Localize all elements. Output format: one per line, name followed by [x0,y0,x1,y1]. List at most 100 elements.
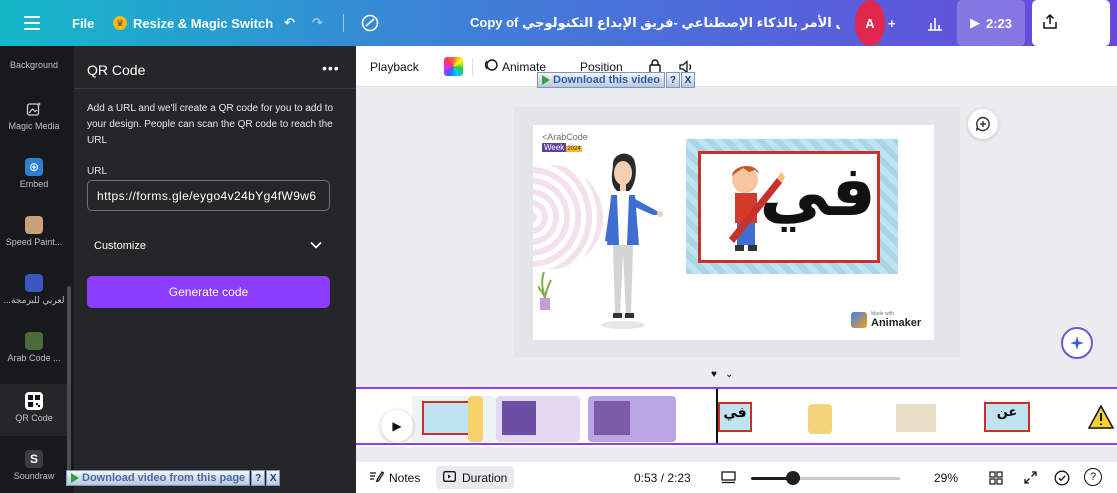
clip-letter: في [718,402,752,432]
redo-icon[interactable]: ↷ [312,0,323,46]
animate-icon [484,58,498,75]
download-close-button[interactable]: X [266,470,281,486]
timeline-playhead[interactable] [716,389,718,445]
file-menu[interactable]: File [72,0,94,46]
divider [343,14,344,32]
logo-year: 2024 [566,146,582,152]
rail-item-magic-media[interactable]: Magic Media [0,100,68,131]
rail-item-embed[interactable]: ⊕ Embed [0,158,68,189]
zoom-percentage[interactable]: 29% [934,462,958,493]
download-video-from-page-button[interactable]: Download video from this page [66,470,251,486]
menu-icon[interactable] [24,0,46,46]
slide[interactable]: <ArabCode Week 2024 في Made with Animake… [533,125,934,340]
notes-label: Notes [389,470,421,485]
animaker-watermark: Made with Animaker [851,311,921,329]
clip-letter: عن [984,402,1030,432]
rail-item-soundraw[interactable]: S Soundraw [0,450,68,481]
notes-button[interactable]: Notes [369,462,420,493]
timeline-clip[interactable] [588,396,676,442]
logo-text: <ArabCode [542,132,588,142]
rail-item-label: ...لعربي للبرمجة [3,295,65,305]
arab-code-icon [25,332,43,350]
rail-item-speed-paint[interactable]: Speed Paint... [0,216,68,247]
canvas-area: <ArabCode Week 2024 في Made with Animake… [356,87,1117,387]
fullscreen-icon[interactable] [1024,462,1037,493]
chevron-down-icon [310,240,322,252]
lesson-card: في [686,139,898,274]
notes-icon [369,470,385,485]
rail-scrollbar[interactable] [67,286,71,486]
qr-code-panel: QR Code ••• Add a URL and we'll create a… [74,46,356,493]
timeline-clip[interactable] [850,396,942,442]
url-input[interactable] [87,180,330,211]
rail-item-arab-code-channel[interactable]: ...لعربي للبرمجة [0,274,68,306]
add-collaborator-icon[interactable]: + [888,0,896,46]
generate-code-button[interactable]: Generate code [87,276,330,308]
customize-dropdown[interactable]: Customize [87,230,330,262]
help-icon[interactable]: ? [1084,468,1102,486]
timeline-scrollbar[interactable] [356,443,1117,445]
collapse-timeline-toggle[interactable]: ♥ ⌄ [711,369,733,380]
speed-paint-icon [25,216,43,234]
panel-title: QR Code [87,62,146,78]
resize-magic-switch-button[interactable]: ♛ Resize & Magic Switch [113,0,273,46]
lesson-card-frame: في [698,150,880,263]
top-bar: File ♛ Resize & Magic Switch ↶ ↷ شرح فعل… [0,0,1117,46]
page-view-icon[interactable] [721,462,736,493]
duration-button[interactable]: Duration [436,466,515,489]
heart-pin-icon: ♥ [711,369,717,380]
clip-thumb [502,401,536,435]
download-label: Download this video [553,74,660,86]
rail-item-qr-code[interactable]: QR Code [0,384,68,436]
magic-assistant-icon[interactable] [1061,327,1093,359]
resize-label: Resize & Magic Switch [133,15,274,31]
check-circle-icon[interactable] [1054,462,1070,493]
share-button[interactable]: Share [1032,0,1110,46]
rail-item-arab-code[interactable]: Arab Code ... [0,332,68,363]
zoom-slider-track [800,477,900,480]
color-picker-button[interactable] [444,57,463,76]
warning-icon [1088,404,1114,429]
divider [74,88,356,89]
rail-item-label: Magic Media [8,121,60,131]
grid-view-icon[interactable] [989,462,1003,493]
timeline-clip[interactable]: عن [944,396,1040,442]
download-page-overlay: Download video from this page ? X [66,470,281,486]
duration-label: Duration [462,470,508,485]
animaker-logo-icon [851,312,867,328]
play-arrow-icon [71,473,79,483]
left-rail: Background Magic Media ⊕ Embed Speed Pai… [0,46,74,493]
avatar[interactable]: A [855,0,885,46]
more-options-icon[interactable]: ••• [322,60,340,76]
clip-thumb [808,404,832,434]
download-label: Download video from this page [82,472,246,484]
play-arrow-icon [542,75,550,85]
download-help-button[interactable]: ? [665,72,680,88]
rail-item-label: Embed [19,179,49,189]
present-button[interactable]: ▶ 2:23 [957,0,1025,46]
undo-icon[interactable]: ↶ [284,0,295,46]
clip-thumb [896,404,936,432]
timeline: في عن ▶ [356,387,1117,447]
timeline-clip[interactable] [496,396,580,442]
add-comment-icon[interactable] [968,109,998,139]
clip-thumb [422,401,472,435]
timeline-clip[interactable] [468,396,483,442]
timeline-clip[interactable] [1042,396,1117,442]
playback-button[interactable]: Playback [370,46,419,87]
arab-code-channel-icon [25,274,43,292]
download-video-overlay: Download this video ? X [537,72,695,88]
document-title[interactable]: شرح فعل الأمر بالذكاء الإصطناعي -فريق ال… [470,0,840,46]
download-this-video-button[interactable]: Download this video [537,72,665,88]
timeline-play-button[interactable]: ▶ [381,410,413,442]
zoom-slider-handle[interactable] [786,471,800,485]
clip-thumb [594,401,630,435]
download-close-button[interactable]: X [680,72,695,88]
panel-description: Add a URL and we'll create a QR code for… [87,103,334,146]
cloud-saved-icon[interactable] [360,0,380,46]
download-help-button[interactable]: ? [251,470,266,486]
insights-icon[interactable] [926,0,944,46]
timeline-clip[interactable] [758,396,848,442]
rail-item-background[interactable]: Background [0,60,68,70]
share-icon [1043,13,1057,32]
